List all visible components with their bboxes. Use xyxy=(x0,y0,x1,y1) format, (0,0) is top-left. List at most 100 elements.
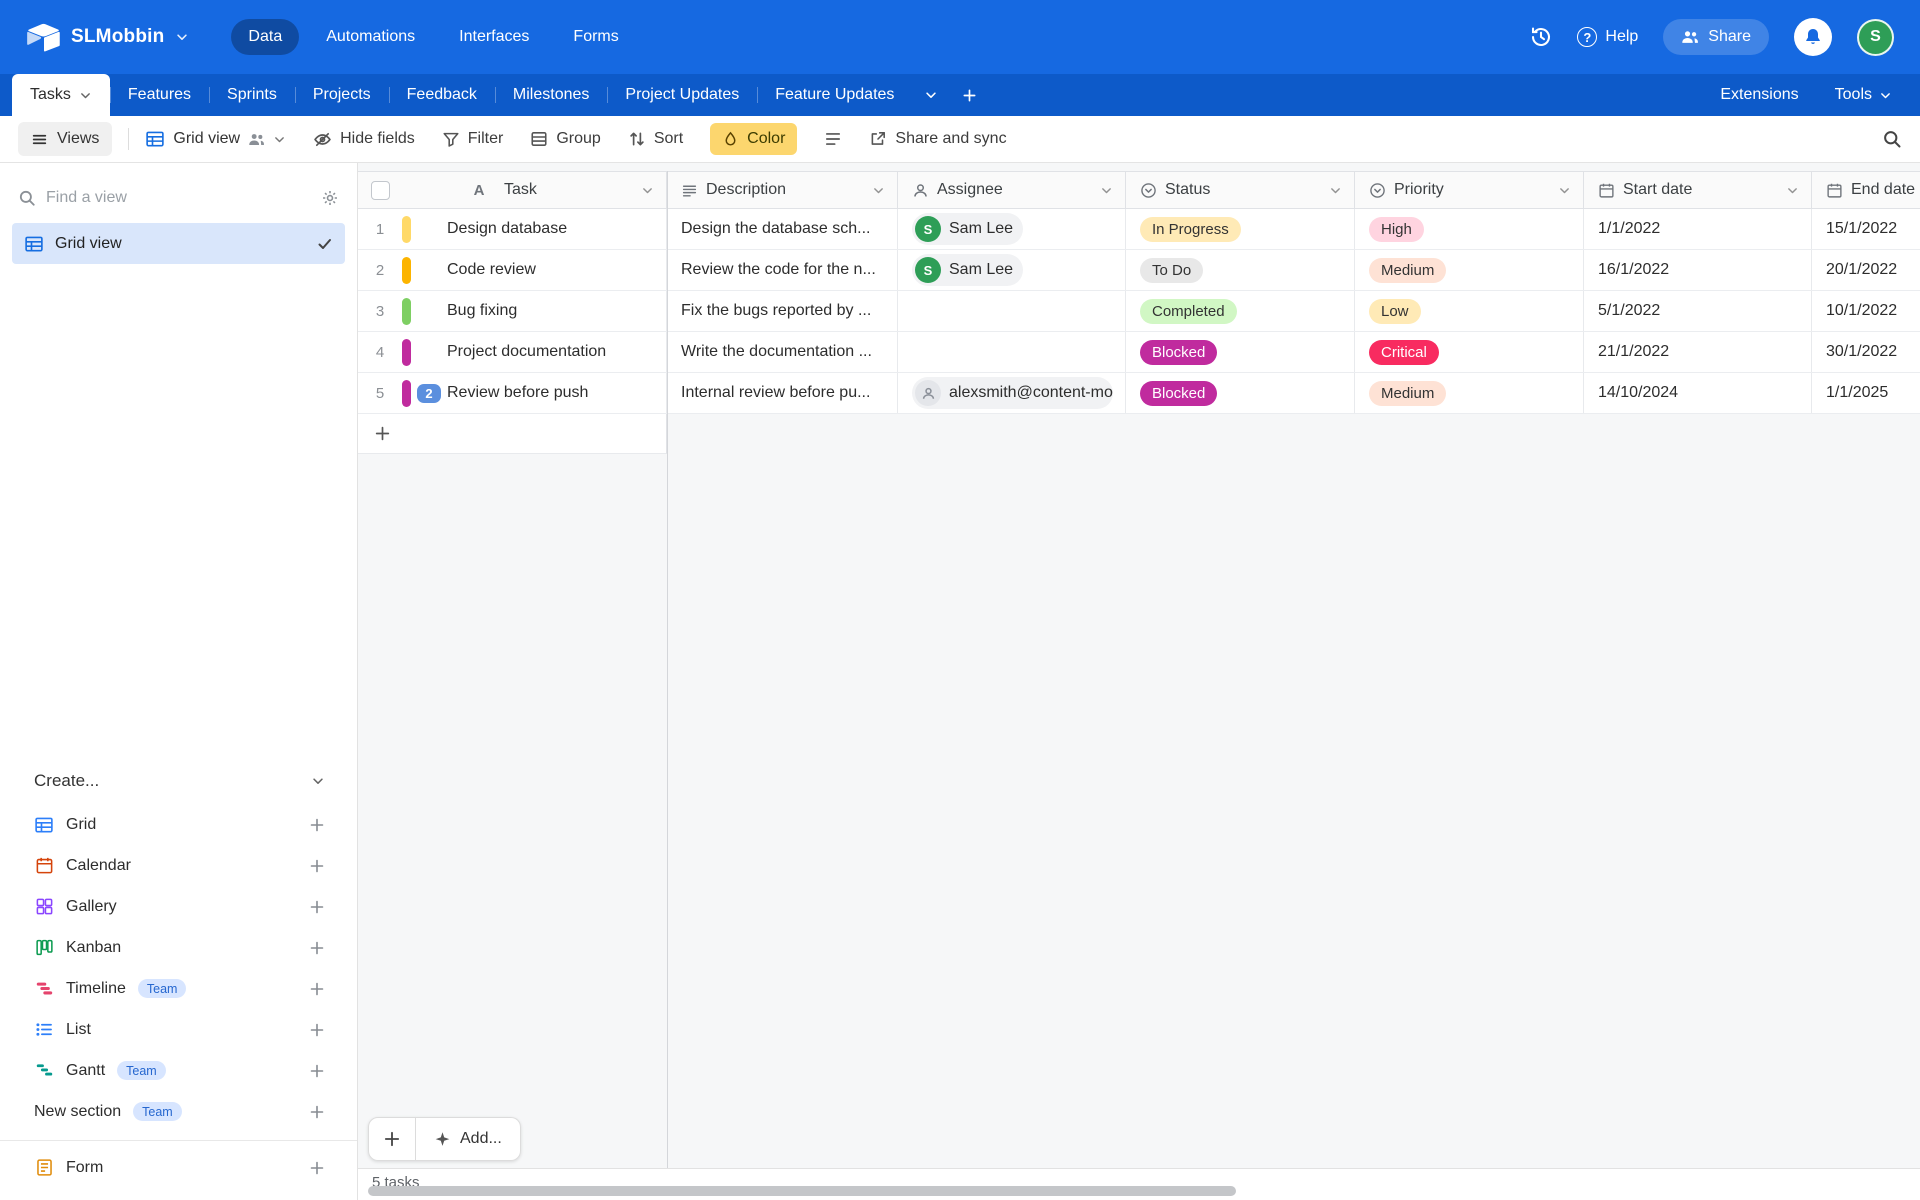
start-date-cell[interactable]: 21/1/2022 xyxy=(1584,332,1812,372)
tab-feedback[interactable]: Feedback xyxy=(388,74,495,116)
plus-icon[interactable] xyxy=(309,817,325,833)
create-calendar-item[interactable]: Calendar xyxy=(0,845,357,886)
nav-data[interactable]: Data xyxy=(231,19,300,55)
find-view-input[interactable] xyxy=(46,189,311,207)
create-new-section-item[interactable]: New section Team xyxy=(0,1091,357,1132)
plus-icon[interactable] xyxy=(309,858,325,874)
description-cell[interactable]: Fix the bugs reported by ... xyxy=(667,291,898,331)
end-date-cell[interactable]: 15/1/2022 xyxy=(1812,209,1920,249)
table-row[interactable]: 1 Design database Design the database sc… xyxy=(358,209,1920,250)
task-name-cell[interactable]: Bug fixing xyxy=(447,302,666,320)
plus-icon[interactable] xyxy=(309,1160,325,1176)
gear-icon[interactable] xyxy=(321,189,339,207)
description-cell[interactable]: Internal review before pu... xyxy=(667,373,898,413)
table-row[interactable]: 2 Code review Review the code for the n.… xyxy=(358,250,1920,291)
tools-button[interactable]: Tools xyxy=(1835,86,1892,104)
create-kanban-item[interactable]: Kanban xyxy=(0,927,357,968)
table-row[interactable]: 5 2 Review before push Internal review b… xyxy=(358,373,1920,414)
tab-milestones[interactable]: Milestones xyxy=(494,74,607,116)
frozen-column-divider[interactable] xyxy=(667,171,668,1168)
color-button[interactable]: Color xyxy=(710,123,798,155)
status-cell[interactable]: Blocked xyxy=(1126,373,1355,413)
chevron-down-icon[interactable] xyxy=(1558,184,1571,197)
status-cell[interactable]: Completed xyxy=(1126,291,1355,331)
plus-icon[interactable] xyxy=(309,1104,325,1120)
share-and-sync-button[interactable]: Share and sync xyxy=(869,130,1007,148)
hide-fields-button[interactable]: Hide fields xyxy=(313,130,415,149)
assignee-cell[interactable]: alexsmith@content-mob xyxy=(898,373,1126,413)
history-icon[interactable] xyxy=(1530,26,1552,48)
plus-icon[interactable] xyxy=(309,940,325,956)
extensions-button[interactable]: Extensions xyxy=(1720,86,1798,104)
end-date-cell[interactable]: 30/1/2022 xyxy=(1812,332,1920,372)
add-record-row[interactable] xyxy=(358,414,667,454)
horizontal-scrollbar[interactable] xyxy=(368,1186,1236,1196)
column-header-start-date[interactable]: Start date xyxy=(1584,172,1812,208)
notifications-button[interactable] xyxy=(1794,18,1832,56)
add-table-button[interactable] xyxy=(950,74,989,116)
nav-automations[interactable]: Automations xyxy=(309,19,432,55)
create-gantt-item[interactable]: Gantt Team xyxy=(0,1050,357,1091)
create-timeline-item[interactable]: Timeline Team xyxy=(0,968,357,1009)
plus-icon[interactable] xyxy=(309,981,325,997)
column-header-description[interactable]: Description xyxy=(667,172,898,208)
column-header-task[interactable]: A Task xyxy=(358,172,667,208)
start-date-cell[interactable]: 1/1/2022 xyxy=(1584,209,1812,249)
add-with-ai-button[interactable]: Add... xyxy=(416,1117,521,1161)
task-name-cell[interactable]: Review before push xyxy=(447,384,666,402)
description-cell[interactable]: Write the documentation ... xyxy=(667,332,898,372)
more-tables-chevron[interactable] xyxy=(912,74,950,116)
assignee-cell[interactable] xyxy=(898,291,1126,331)
plus-icon[interactable] xyxy=(309,1063,325,1079)
column-header-assignee[interactable]: Assignee xyxy=(898,172,1126,208)
priority-cell[interactable]: High xyxy=(1355,209,1584,249)
primary-cell[interactable]: 1 Design database xyxy=(358,209,667,249)
search-icon[interactable] xyxy=(1882,129,1902,149)
primary-cell[interactable]: 4 Project documentation xyxy=(358,332,667,372)
task-name-cell[interactable]: Project documentation xyxy=(447,343,666,361)
start-date-cell[interactable]: 16/1/2022 xyxy=(1584,250,1812,290)
priority-cell[interactable]: Medium xyxy=(1355,250,1584,290)
comment-count-badge[interactable]: 2 xyxy=(417,383,441,403)
select-all-checkbox[interactable] xyxy=(371,180,390,200)
tab-tasks[interactable]: Tasks xyxy=(12,74,110,116)
tab-project-updates[interactable]: Project Updates xyxy=(607,74,757,116)
views-button[interactable]: Views xyxy=(18,122,113,156)
status-cell[interactable]: Blocked xyxy=(1126,332,1355,372)
start-date-cell[interactable]: 14/10/2024 xyxy=(1584,373,1812,413)
description-cell[interactable]: Review the code for the n... xyxy=(667,250,898,290)
assignee-cell[interactable] xyxy=(898,332,1126,372)
plus-icon[interactable] xyxy=(309,1022,325,1038)
workspace-switcher[interactable]: SLMobbin xyxy=(26,23,189,52)
task-name-cell[interactable]: Code review xyxy=(447,261,666,279)
sort-button[interactable]: Sort xyxy=(628,130,683,148)
column-header-status[interactable]: Status xyxy=(1126,172,1355,208)
current-view-button[interactable]: Grid view xyxy=(145,129,286,149)
tab-projects[interactable]: Projects xyxy=(294,74,389,116)
chevron-down-icon[interactable] xyxy=(1786,184,1799,197)
filter-button[interactable]: Filter xyxy=(442,130,503,148)
user-avatar[interactable]: S xyxy=(1857,18,1894,56)
chevron-down-icon[interactable] xyxy=(641,184,654,197)
chevron-down-icon[interactable] xyxy=(872,184,885,197)
assignee-cell[interactable]: S Sam Lee xyxy=(898,250,1126,290)
status-cell[interactable]: In Progress xyxy=(1126,209,1355,249)
tab-sprints[interactable]: Sprints xyxy=(209,74,295,116)
create-gallery-item[interactable]: Gallery xyxy=(0,886,357,927)
nav-forms[interactable]: Forms xyxy=(556,19,635,55)
column-header-end-date[interactable]: End date xyxy=(1812,172,1920,208)
share-button[interactable]: Share xyxy=(1663,19,1769,55)
primary-cell[interactable]: 2 Code review xyxy=(358,250,667,290)
task-name-cell[interactable]: Design database xyxy=(447,220,666,238)
create-grid-item[interactable]: Grid xyxy=(0,804,357,845)
description-cell[interactable]: Design the database sch... xyxy=(667,209,898,249)
column-header-priority[interactable]: Priority xyxy=(1355,172,1584,208)
add-record-button[interactable] xyxy=(368,1117,416,1161)
tab-feature-updates[interactable]: Feature Updates xyxy=(757,74,912,116)
status-cell[interactable]: To Do xyxy=(1126,250,1355,290)
end-date-cell[interactable]: 10/1/2022 xyxy=(1812,291,1920,331)
primary-cell[interactable]: 5 2 Review before push xyxy=(358,373,667,413)
table-row[interactable]: 3 Bug fixing Fix the bugs reported by ..… xyxy=(358,291,1920,332)
group-button[interactable]: Group xyxy=(530,130,601,148)
plus-icon[interactable] xyxy=(309,899,325,915)
